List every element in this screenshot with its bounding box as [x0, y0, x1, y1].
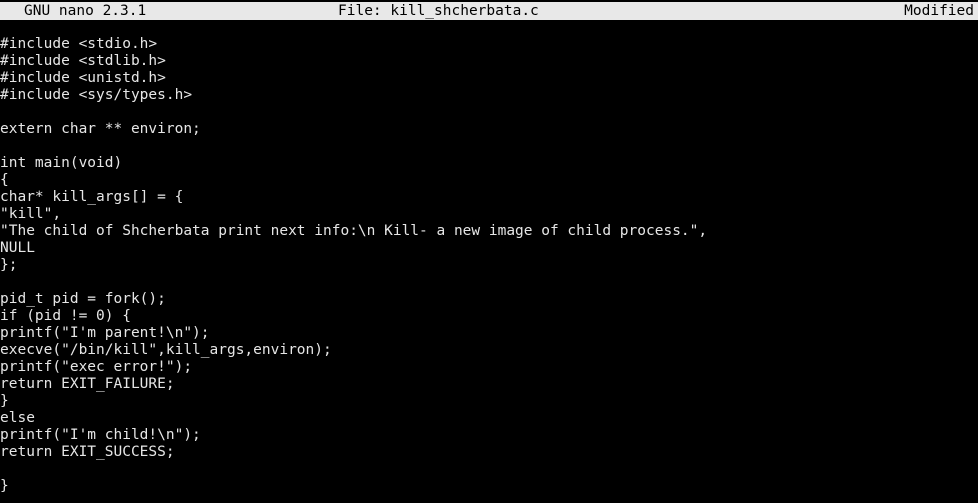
code-line[interactable]: "The child of Shcherbata print next info…	[0, 223, 978, 240]
code-text: #include <unistd.h>	[0, 70, 166, 86]
code-text: if (pid != 0) {	[0, 308, 131, 324]
code-text: printf("I'm parent!\n");	[0, 325, 210, 341]
code-line[interactable]: extern char ** environ;	[0, 121, 978, 138]
code-text: "The child of Shcherbata print next info…	[0, 223, 708, 239]
code-line[interactable]	[0, 461, 978, 478]
code-line[interactable]: }	[0, 393, 978, 410]
code-text: else	[0, 410, 35, 426]
code-text: NULL	[0, 240, 35, 256]
code-text: };	[0, 257, 18, 273]
code-text: execve("/bin/kill",kill_args,environ);	[0, 342, 332, 358]
nano-title-bar: GNU nano 2.3.1 File: kill_shcherbata.c M…	[0, 2, 978, 20]
code-line[interactable]: int main(void)	[0, 155, 978, 172]
code-text: {	[0, 172, 9, 188]
code-line[interactable]: printf("I'm child!\n");	[0, 427, 978, 444]
code-text: return EXIT_SUCCESS;	[0, 444, 175, 460]
code-line[interactable]: #include <sys/types.h>	[0, 87, 978, 104]
code-line[interactable]: if (pid != 0) {	[0, 308, 978, 325]
code-line[interactable]	[0, 104, 978, 121]
code-line[interactable]: printf("exec error!");	[0, 359, 978, 376]
code-line[interactable]: char* kill_args[] = {	[0, 189, 978, 206]
code-text: extern char ** environ;	[0, 121, 201, 137]
code-line[interactable]: #include <unistd.h>	[0, 70, 978, 87]
code-text: pid_t pid = fork();	[0, 291, 166, 307]
code-text: }	[0, 478, 9, 494]
code-line[interactable]	[0, 274, 978, 291]
code-text: #include <sys/types.h>	[0, 87, 193, 103]
code-line[interactable]: #include <stdlib.h>	[0, 53, 978, 70]
code-text: int main(void)	[0, 155, 123, 171]
code-text: #include <stdio.h>	[0, 36, 158, 52]
code-line[interactable]: return EXIT_FAILURE;	[0, 376, 978, 393]
code-text: char* kill_args[] = {	[0, 189, 184, 205]
code-line[interactable]: #include <stdio.h>	[0, 36, 978, 53]
app-version-label: GNU nano 2.3.1	[24, 3, 147, 19]
code-text: }	[0, 393, 9, 409]
code-text: return EXIT_FAILURE;	[0, 376, 175, 392]
code-line[interactable]: };	[0, 257, 978, 274]
code-line[interactable]	[0, 138, 978, 155]
code-text: printf("exec error!");	[0, 359, 193, 375]
file-name-label: File: kill_shcherbata.c	[338, 3, 539, 19]
editor-text-area[interactable]: #include <stdio.h> #include <stdlib.h> #…	[0, 36, 978, 503]
code-line[interactable]: }	[0, 478, 978, 495]
code-line[interactable]: {	[0, 172, 978, 189]
code-text: printf("I'm child!\n");	[0, 427, 201, 443]
code-line[interactable]: printf("I'm parent!\n");	[0, 325, 978, 342]
code-line[interactable]: pid_t pid = fork();	[0, 291, 978, 308]
code-line[interactable]: NULL	[0, 240, 978, 257]
terminal-window[interactable]: GNU nano 2.3.1 File: kill_shcherbata.c M…	[0, 0, 978, 503]
code-line[interactable]: execve("/bin/kill",kill_args,environ);	[0, 342, 978, 359]
code-line[interactable]: "kill",	[0, 206, 978, 223]
modified-status: Modified	[904, 3, 974, 19]
code-text: "kill",	[0, 206, 62, 222]
code-line[interactable]: return EXIT_SUCCESS;	[0, 444, 978, 461]
code-line[interactable]: else	[0, 410, 978, 427]
code-text: #include <stdlib.h>	[0, 53, 166, 69]
